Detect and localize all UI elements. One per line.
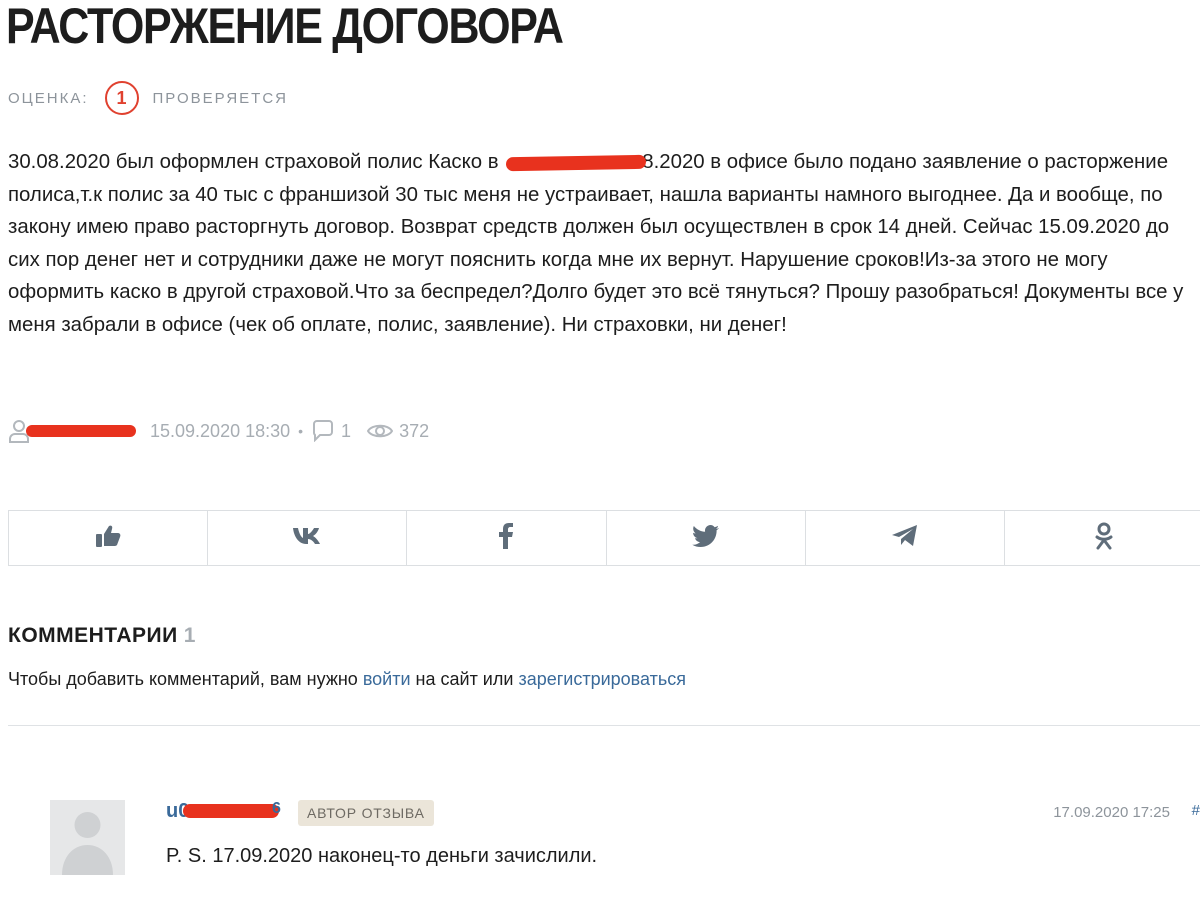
comments-heading-count: 1 — [183, 624, 196, 647]
default-avatar-icon — [62, 812, 113, 875]
share-facebook-button[interactable] — [407, 511, 607, 565]
comment-permalink[interactable]: # — [1192, 802, 1200, 819]
author-badge: АВТОР ОТЗЫВА — [298, 800, 434, 826]
comments-divider — [8, 725, 1200, 726]
comments-count-value: 1 — [341, 420, 352, 441]
meta-separator: • — [298, 423, 304, 439]
share-vk-button[interactable] — [208, 511, 408, 565]
odnoklassniki-icon — [1094, 522, 1114, 555]
comment-date: 17.09.2020 17:25 — [1053, 804, 1170, 821]
comment-bubble-icon — [311, 420, 335, 442]
redaction-mark — [183, 804, 279, 818]
share-odnoklassniki-button[interactable] — [1005, 511, 1200, 565]
eye-icon — [367, 422, 394, 440]
avatar — [50, 800, 125, 875]
thumbs-up-icon — [95, 524, 121, 553]
page-title: РАСТОРЖЕНИЕ ДОГОВОРА — [6, 0, 564, 54]
login-note: Чтобы добавить комментарий, вам нужно во… — [8, 669, 686, 690]
review-text-end: 8.2020 в офисе было подано заявление о р… — [8, 151, 1184, 336]
share-bar — [8, 510, 1200, 566]
redaction-mark — [26, 425, 136, 437]
review-text-start: 30.08.2020 был оформлен страховой полис … — [8, 151, 505, 173]
review-meta: 15.09.2020 18:30 • 1 372 — [8, 416, 429, 446]
telegram-icon — [891, 524, 919, 552]
share-twitter-button[interactable] — [607, 511, 806, 565]
share-telegram-button[interactable] — [806, 511, 1005, 565]
comments-heading: КОММЕНТАРИИ 1 — [8, 624, 196, 648]
comments-count[interactable]: 1 — [311, 420, 351, 442]
comment-text: P. S. 17.09.2020 наконец-то деньги зачис… — [166, 845, 598, 867]
rating-label: ОЦЕНКА: — [8, 89, 89, 107]
rating-badge: 1 — [104, 81, 139, 115]
vk-icon — [293, 527, 321, 550]
views-count: 372 — [367, 421, 429, 442]
rating-row: ОЦЕНКА: 1 ПРОВЕРЯЕТСЯ — [8, 78, 288, 118]
login-note-start: Чтобы добавить комментарий, вам нужно — [8, 669, 363, 689]
like-button[interactable] — [9, 511, 209, 565]
comments-heading-text: КОММЕНТАРИИ — [8, 624, 178, 647]
login-note-middle: на сайт или — [410, 669, 519, 689]
review-text: 30.08.2020 был оформлен страховой полис … — [8, 146, 1194, 342]
comment-item: u0 6 АВТОР ОТЗЫВА 17.09.2020 17:25 # P. … — [50, 798, 1200, 920]
comment-author-suffix: 6 — [272, 800, 281, 817]
register-link[interactable]: зарегистрироваться — [518, 669, 686, 689]
rating-status: ПРОВЕРЯЕТСЯ — [152, 89, 288, 107]
login-link[interactable]: войти — [363, 669, 411, 689]
twitter-icon — [691, 524, 720, 552]
redaction-mark — [506, 154, 647, 171]
comment-author[interactable]: u0 6 — [166, 800, 282, 826]
views-count-value: 372 — [399, 420, 430, 441]
review-page: РАСТОРЖЕНИЕ ДОГОВОРА ОЦЕНКА: 1 ПРОВЕРЯЕТ… — [0, 0, 1200, 920]
review-date: 15.09.2020 18:30 — [150, 420, 291, 441]
review-author[interactable] — [8, 416, 136, 446]
facebook-icon — [499, 522, 514, 554]
